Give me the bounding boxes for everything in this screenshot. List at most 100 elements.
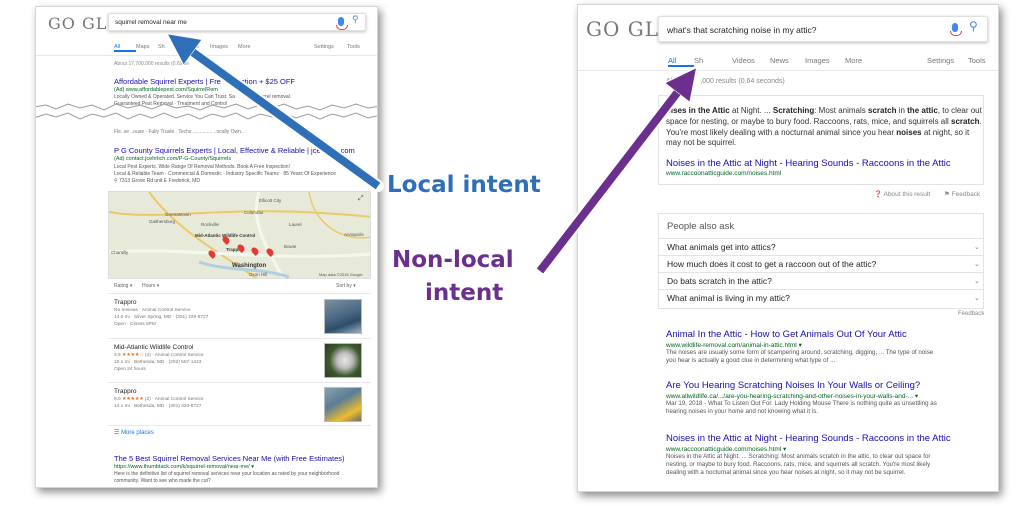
tab-videos[interactable]: Videos [182,44,210,52]
result-url: www.allwildlife.ca/.../are-you-hearing-s… [666,393,919,400]
search-query: squirrel removal near me [115,19,187,26]
rating-stars: ★★★★★ [122,397,144,402]
paa-question[interactable]: How much does it cost to get a raccoon o… [667,259,876,269]
tab-images[interactable]: Images [805,56,845,67]
search-tabs: All Maps Sh Videos Images More [114,44,260,52]
listing-hours: Open · Closes 5PM [114,322,156,327]
listing-meta: 3.5 ★★★★☆ (4) · Animal Control Service [114,353,204,358]
ad1-title[interactable]: Affordable Squirrel Experts | Fre ection … [114,77,295,86]
tab-shopping[interactable]: Sh [694,56,732,67]
microphone-icon[interactable] [336,17,348,30]
paa-feedback-link[interactable]: Feedback [958,311,984,317]
result-snippet: you hear is actually a good clue in dete… [666,357,836,364]
search-tabs: All Sh Videos News Images More [668,56,873,67]
result-snippet: Mar 19, 2018 - What To Listen Out For. L… [666,400,937,407]
rating-filter[interactable]: Rating ▾ [114,283,132,289]
listing-photo[interactable] [324,299,362,334]
listing-address: 14.0 mi · Silver Spring, MD · (301) 229-… [114,315,209,320]
tab-videos[interactable]: Videos [732,56,770,67]
divider [658,272,984,273]
ad2-address: ⚲ 7313 Grove Rd unit E Frederick, MD [114,178,200,184]
chevron-down-icon[interactable]: ⌄ [974,277,980,285]
search-input[interactable]: squirrel removal near me [108,13,366,31]
listing-name[interactable]: Trappro [114,299,137,306]
result-snippet: hearing noises in your home and not know… [666,408,819,415]
nonlocal-intent-label-line2: intent [425,280,504,306]
search-input[interactable]: what's that scratching noise in my attic… [658,16,988,42]
result-title[interactable]: Noises in the Attic at Night - Hearing S… [666,433,951,444]
ad2-snippet-2: Local & Reliable Team · Commercial & Dom… [114,171,336,177]
local-serp-screenshot: GO GLE squirrel removal near me ⚲ All Ma… [35,6,378,488]
map-label: Oxon Hill [249,272,268,277]
tab-all[interactable]: All [114,44,136,52]
local-map[interactable]: Ellicott City Columbia Laurel Germantown… [108,191,371,279]
tabs-divider [578,70,998,71]
result-stats: About 17,700,000 results (0.69 se [114,61,190,67]
rating-stars: ★★★★☆ [122,353,144,358]
listing-meta: No reviews · Animal Control Service [114,308,191,313]
featured-snippet-title[interactable]: Noises in the Attic at Night - Hearing S… [666,158,951,169]
tools-link[interactable]: Tools [968,56,986,65]
divider [108,338,371,339]
divider [108,293,371,294]
tab-images[interactable]: Images [210,44,238,52]
result-title[interactable]: Are You Hearing Scratching Noises In You… [666,380,920,391]
paa-question[interactable]: Do bats scratch in the attic? [667,276,772,286]
microphone-icon[interactable] [950,23,962,36]
tab-more[interactable]: More [845,56,873,67]
result-url: www.raccoonatticguide.com/noises.html ▾ [666,446,787,453]
map-label: Washington [232,263,267,269]
torn-paper-edge [36,103,377,120]
listing-address: 14.1 mi · Bethesda, MD · (301) 323-8727 [114,404,202,409]
sort-by-filter[interactable]: Sort by ▾ [336,283,356,289]
tools-link[interactable]: Tools [347,44,360,50]
ad2-url: (Ad) contact.jcehrlich.com/P-G-County/Sq… [114,156,232,162]
feedback-link[interactable]: ⚑ Feedback [944,190,980,198]
chevron-down-icon[interactable]: ⌄ [974,294,980,302]
listing-photo[interactable] [324,387,362,422]
expand-map-icon[interactable]: ⤢ [358,195,364,203]
about-this-result[interactable]: ❓ About this result [874,190,930,198]
tabs-divider [36,55,377,56]
location-pin-icon: ⚲ [114,178,118,184]
ad2-title[interactable]: P G County Squirrels Experts | Local, Ef… [114,146,355,155]
flag-icon: ⚑ [944,191,950,198]
more-places-link[interactable]: ☰ More places [114,429,154,436]
comparison-graphic: GO GLE squirrel removal near me ⚲ All Ma… [0,0,1024,506]
paa-question[interactable]: What animal is living in my attic? [667,293,790,303]
divider [658,255,984,256]
map-label: Bowie [284,244,297,249]
result-url: www.wildlife-removal.com/animal-in-attic… [666,342,802,349]
organic-title[interactable]: The 5 Best Squirrel Removal Services Nea… [114,454,345,463]
listing-photo[interactable] [324,343,362,378]
tab-all[interactable]: All [668,56,694,67]
settings-link[interactable]: Settings [927,56,954,65]
divider [658,238,984,239]
listing-name[interactable]: Trappro [114,388,137,395]
chevron-down-icon[interactable]: ⌄ [974,243,980,251]
search-query: what's that scratching noise in my attic… [667,25,817,35]
paa-question[interactable]: What animals get into attics? [667,242,776,252]
listing-name[interactable]: Mid-Atlantic Wildlife Control [114,344,193,351]
organic-snippet-2: community. Want to see who made the cut? [114,478,211,484]
organic-url: https://www.thumbtack.com/k/squirrel-rem… [114,464,255,470]
local-intent-label: Local intent [387,172,541,198]
tab-maps[interactable]: Maps [136,44,158,52]
settings-link[interactable]: Settings [314,44,334,50]
map-label: Ellicott City [259,198,282,203]
result-title[interactable]: Animal In the Attic - How to Get Animals… [666,329,907,340]
featured-snippet-text: oises in the Attic at Night. ... Scratch… [666,106,982,148]
organic-snippet-1: Here is the definitive list of squirrel … [114,471,340,477]
search-icon[interactable]: ⚲ [352,14,359,25]
tab-news[interactable]: News [770,56,805,67]
tab-shopping[interactable]: Sh [158,44,182,52]
nonlocal-serp-screenshot: GO GLE what's that scratching noise in m… [577,4,999,492]
ad1-url: (Ad) www.affordablepest.com/SquirrelRem [114,87,218,93]
result-snippet: Noises in the Attic at Night. ... Scratc… [666,453,931,460]
result-snippet: nesting, or maybe to bury food. Raccoons… [666,461,931,468]
map-label: Chantilly [111,250,129,255]
chevron-down-icon[interactable]: ⌄ [974,260,980,268]
hours-filter[interactable]: Hours ▾ [142,283,159,289]
search-icon[interactable]: ⚲ [969,19,978,33]
tab-more[interactable]: More [238,44,260,52]
